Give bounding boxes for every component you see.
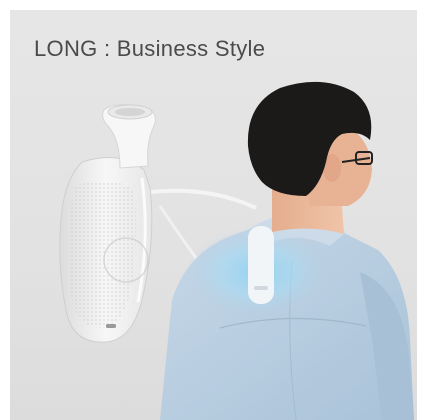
- caption-title: LONG : Business Style: [34, 36, 266, 61]
- image-frame: LONG : Business Style: [0, 0, 421, 420]
- device-cable: [149, 188, 257, 210]
- product-scene-illustration: [59, 81, 414, 420]
- head: [247, 81, 373, 206]
- worn-device: [248, 226, 274, 304]
- device-product: [59, 104, 156, 343]
- product-photo: LONG : Business Style: [10, 10, 417, 420]
